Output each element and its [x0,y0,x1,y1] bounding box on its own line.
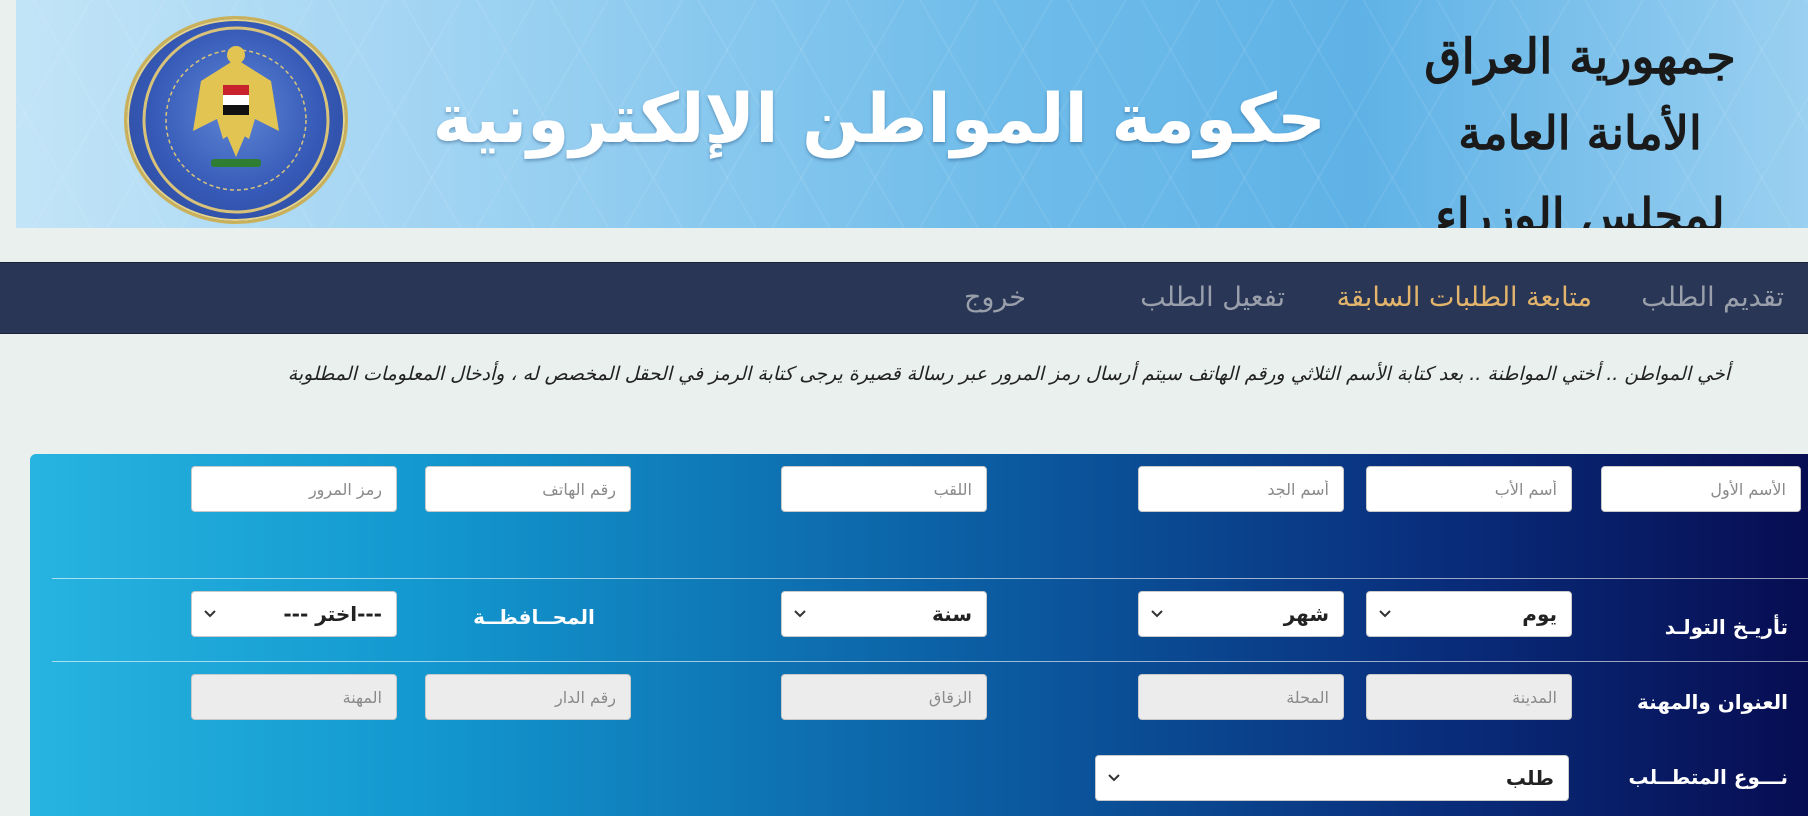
nav-activate-request[interactable]: تفعيل الطلب [1140,263,1285,333]
chevron-down-icon [1108,774,1120,782]
site-title: حكومة المواطن الإلكترونية [432,80,1326,159]
calligraphy-line-secretariat: الأمانة العامة لمجلس الوزراء [1435,106,1725,228]
instruction-text: أخي المواطن .. أختي المواطنة .. بعد كتاب… [287,363,1730,385]
father-name-input[interactable] [1366,466,1572,512]
address-label: العنوان والمهنة [1637,690,1788,714]
calligraphy-line-republic: جمهورية العراق [1424,29,1736,85]
alley-input[interactable] [781,674,987,720]
birth-day-value: يوم [1522,602,1557,626]
district-input[interactable] [1138,674,1344,720]
governorate-select[interactable]: ---اختر --- [191,591,397,637]
passcode-input[interactable] [191,466,397,512]
row-divider [52,578,1808,579]
governorate-label: المحــافظــة [473,605,595,629]
phone-input[interactable] [425,466,631,512]
header-banner: حكومة المواطن الإلكترونية جمهورية العراق… [16,0,1808,228]
chevron-down-icon [1379,610,1391,618]
eagle-emblem-icon [142,26,330,214]
calligraphy-logo: جمهورية العراق الأمانة العامة لمجلس الوز… [1380,22,1780,228]
birth-day-select[interactable]: يوم [1366,591,1572,637]
request-form: تأريـخ التولـد يوم شهر سنة المحــافظــة … [30,454,1808,816]
government-seal-logo [124,16,348,224]
occupation-input[interactable] [191,674,397,720]
grandfather-name-input[interactable] [1138,466,1344,512]
birth-month-select[interactable]: شهر [1138,591,1344,637]
surname-input[interactable] [781,466,987,512]
birth-year-select[interactable]: سنة [781,591,987,637]
nav-track-requests[interactable]: متابعة الطلبات السابقة [1337,263,1592,333]
city-input[interactable] [1366,674,1572,720]
house-number-input[interactable] [425,674,631,720]
request-type-label: نـــوع المتطــلب [1628,765,1788,789]
first-name-input[interactable] [1601,466,1801,512]
chevron-down-icon [794,610,806,618]
chevron-down-icon [204,610,216,618]
nav-submit-request[interactable]: تقديم الطلب [1641,263,1784,333]
birthdate-label: تأريـخ التولـد [1664,615,1788,639]
request-type-select[interactable]: طلب [1095,755,1569,801]
request-type-value: طلب [1505,766,1554,790]
birth-month-value: شهر [1283,602,1329,626]
chevron-down-icon [1151,610,1163,618]
row-divider [52,661,1808,662]
main-nav: تقديم الطلب متابعة الطلبات السابقة تفعيل… [0,262,1808,334]
nav-logout[interactable]: خروج [964,263,1026,333]
governorate-value: ---اختر --- [283,602,382,626]
birth-year-value: سنة [932,602,972,626]
